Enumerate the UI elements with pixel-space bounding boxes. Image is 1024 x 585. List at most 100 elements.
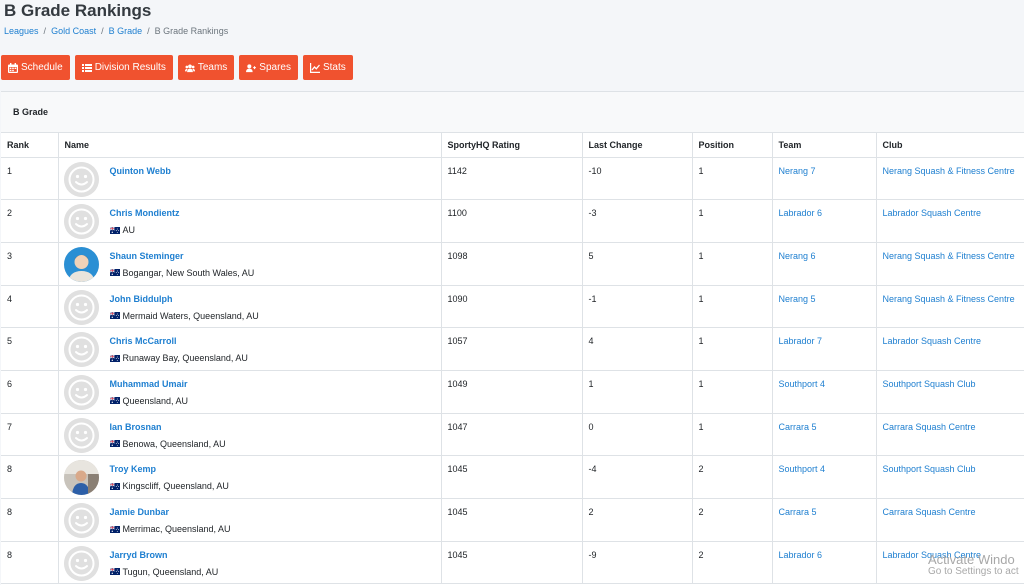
column-header-name[interactable]: Name <box>58 133 442 158</box>
club-link[interactable]: Southport Squash Club <box>883 379 976 389</box>
team-link[interactable]: Southport 4 <box>779 379 826 389</box>
team-link[interactable]: Nerang 7 <box>779 166 816 176</box>
spares-button[interactable]: Spares <box>239 55 298 80</box>
list-icon <box>81 63 92 72</box>
club-link[interactable]: Southport Squash Club <box>883 464 976 474</box>
avatar[interactable] <box>63 374 99 410</box>
team-link[interactable]: Southport 4 <box>779 464 826 474</box>
avatar[interactable] <box>63 503 99 538</box>
club-link[interactable]: Labrador Squash Centre <box>883 208 982 218</box>
australia-flag-icon <box>109 354 120 362</box>
avatar[interactable] <box>63 545 99 581</box>
player-name-link[interactable]: Jamie Dunbar <box>110 507 231 517</box>
team-link[interactable]: Carrara 5 <box>779 507 817 517</box>
player-location: Kingscliff, Queensland, AU <box>109 481 229 491</box>
team-cell: Nerang 5 <box>772 285 877 329</box>
name-cell: Quinton Webb <box>58 157 442 201</box>
team-link[interactable]: Labrador 6 <box>779 208 823 218</box>
avatar[interactable] <box>63 289 99 325</box>
club-link[interactable]: Carrara Squash Centre <box>883 422 976 432</box>
rating-cell: 1049 <box>441 370 583 414</box>
player-photo-icon <box>63 460 99 496</box>
column-header-position[interactable]: Position <box>692 133 773 158</box>
position-cell: 2 <box>692 498 773 542</box>
club-cell: Southport Squash Club <box>876 455 1024 499</box>
avatar[interactable] <box>63 246 99 282</box>
player-name-link[interactable]: Chris Mondientz <box>110 208 180 218</box>
team-link[interactable]: Carrara 5 <box>779 422 817 432</box>
spares-button-label: Spares <box>259 62 291 73</box>
column-header-last-change[interactable]: Last Change <box>582 133 693 158</box>
breadcrumb-leagues[interactable]: Leagues <box>4 26 39 36</box>
position-cell: 1 <box>692 285 773 329</box>
table-row: 8 Jarryd Brown Tugun, Queensland, AU 104… <box>1 541 1024 585</box>
australia-flag-icon <box>109 568 120 576</box>
team-cell: Carrara 5 <box>772 413 877 457</box>
users-icon <box>184 64 195 72</box>
column-header-rating[interactable]: SportyHQ Rating <box>441 133 583 158</box>
teams-button[interactable]: Teams <box>177 55 235 80</box>
player-name-link[interactable]: Jarryd Brown <box>110 550 219 560</box>
default-avatar-icon <box>63 545 99 581</box>
default-avatar-icon <box>63 503 99 538</box>
breadcrumb: Leagues / Gold Coast / B Grade / B Grade… <box>4 26 228 36</box>
last-change-cell: -10 <box>582 157 693 201</box>
name-cell: Chris McCarroll Runaway Bay, Queensland,… <box>58 327 442 371</box>
player-location: Queensland, AU <box>109 396 188 406</box>
avatar[interactable] <box>63 204 99 240</box>
table-row: 4 John Biddulph Mermaid Waters, Queensla… <box>1 285 1024 329</box>
avatar[interactable] <box>63 332 99 368</box>
default-avatar-icon <box>63 161 99 197</box>
player-location: Runaway Bay, Queensland, AU <box>109 353 248 364</box>
column-header-rank[interactable]: Rank <box>1 133 59 158</box>
breadcrumb-gold-coast[interactable]: Gold Coast <box>51 26 96 36</box>
calendar-icon <box>8 62 18 73</box>
team-link[interactable]: Nerang 5 <box>779 294 816 304</box>
player-name-link[interactable]: Quinton Webb <box>110 166 171 176</box>
default-avatar-icon <box>63 374 99 410</box>
club-link[interactable]: Labrador Squash Centre <box>883 336 982 346</box>
player-name-link[interactable]: Chris McCarroll <box>110 336 248 346</box>
schedule-button-label: Schedule <box>21 62 63 73</box>
team-link[interactable]: Labrador 7 <box>779 336 823 346</box>
rank-cell: 5 <box>1 327 59 371</box>
team-cell: Labrador 6 <box>772 541 877 585</box>
player-location-text: Runaway Bay, Queensland, AU <box>122 353 248 364</box>
club-link[interactable]: Nerang Squash & Fitness Centre <box>883 166 1015 176</box>
player-name-link[interactable]: Troy Kemp <box>110 464 229 474</box>
table-row: 1 Quinton Webb 1142 -10 1 Nerang 7 Neran… <box>1 157 1024 201</box>
player-location-text: Bogangar, New South Wales, AU <box>122 267 255 278</box>
club-link[interactable]: Nerang Squash & Fitness Centre <box>883 294 1015 304</box>
name-cell: Troy Kemp Kingscliff, Queensland, AU <box>58 455 442 499</box>
stats-button[interactable]: Stats <box>302 55 353 80</box>
player-location-text: Merrimac, Queensland, AU <box>122 524 231 534</box>
rating-cell: 1045 <box>441 498 583 542</box>
last-change-cell: 1 <box>582 370 693 414</box>
player-location: Mermaid Waters, Queensland, AU <box>109 311 259 321</box>
name-cell: Jarryd Brown Tugun, Queensland, AU <box>58 541 442 585</box>
table-header-row: Rank Name SportyHQ Rating Last Change Po… <box>1 133 1024 158</box>
team-link[interactable]: Labrador 6 <box>779 550 823 560</box>
column-header-team[interactable]: Team <box>772 133 877 158</box>
player-name-link[interactable]: Muhammad Umair <box>110 379 189 389</box>
avatar[interactable] <box>63 161 99 197</box>
avatar[interactable] <box>63 417 99 453</box>
rank-cell: 4 <box>1 285 59 329</box>
column-header-club[interactable]: Club <box>876 133 1024 158</box>
team-cell: Nerang 7 <box>772 157 877 201</box>
breadcrumb-separator: / <box>101 26 104 36</box>
rank-cell: 1 <box>1 157 59 201</box>
player-name-link[interactable]: Shaun Steminger <box>110 251 255 261</box>
club-link[interactable]: Nerang Squash & Fitness Centre <box>883 251 1015 261</box>
avatar[interactable] <box>63 460 99 496</box>
table-row: 8 Troy Kemp Kingscliff, Queensland, AU 1… <box>1 455 1024 499</box>
watermark-line-1: Activate Windo <box>928 552 1015 567</box>
player-name-link[interactable]: John Biddulph <box>110 294 259 304</box>
schedule-button[interactable]: Schedule <box>1 55 70 80</box>
club-link[interactable]: Carrara Squash Centre <box>883 507 976 517</box>
team-link[interactable]: Nerang 6 <box>779 251 816 261</box>
division-results-button[interactable]: Division Results <box>74 55 173 80</box>
position-cell: 1 <box>692 370 773 414</box>
player-name-link[interactable]: Ian Brosnan <box>110 422 226 432</box>
breadcrumb-b-grade[interactable]: B Grade <box>109 26 143 36</box>
